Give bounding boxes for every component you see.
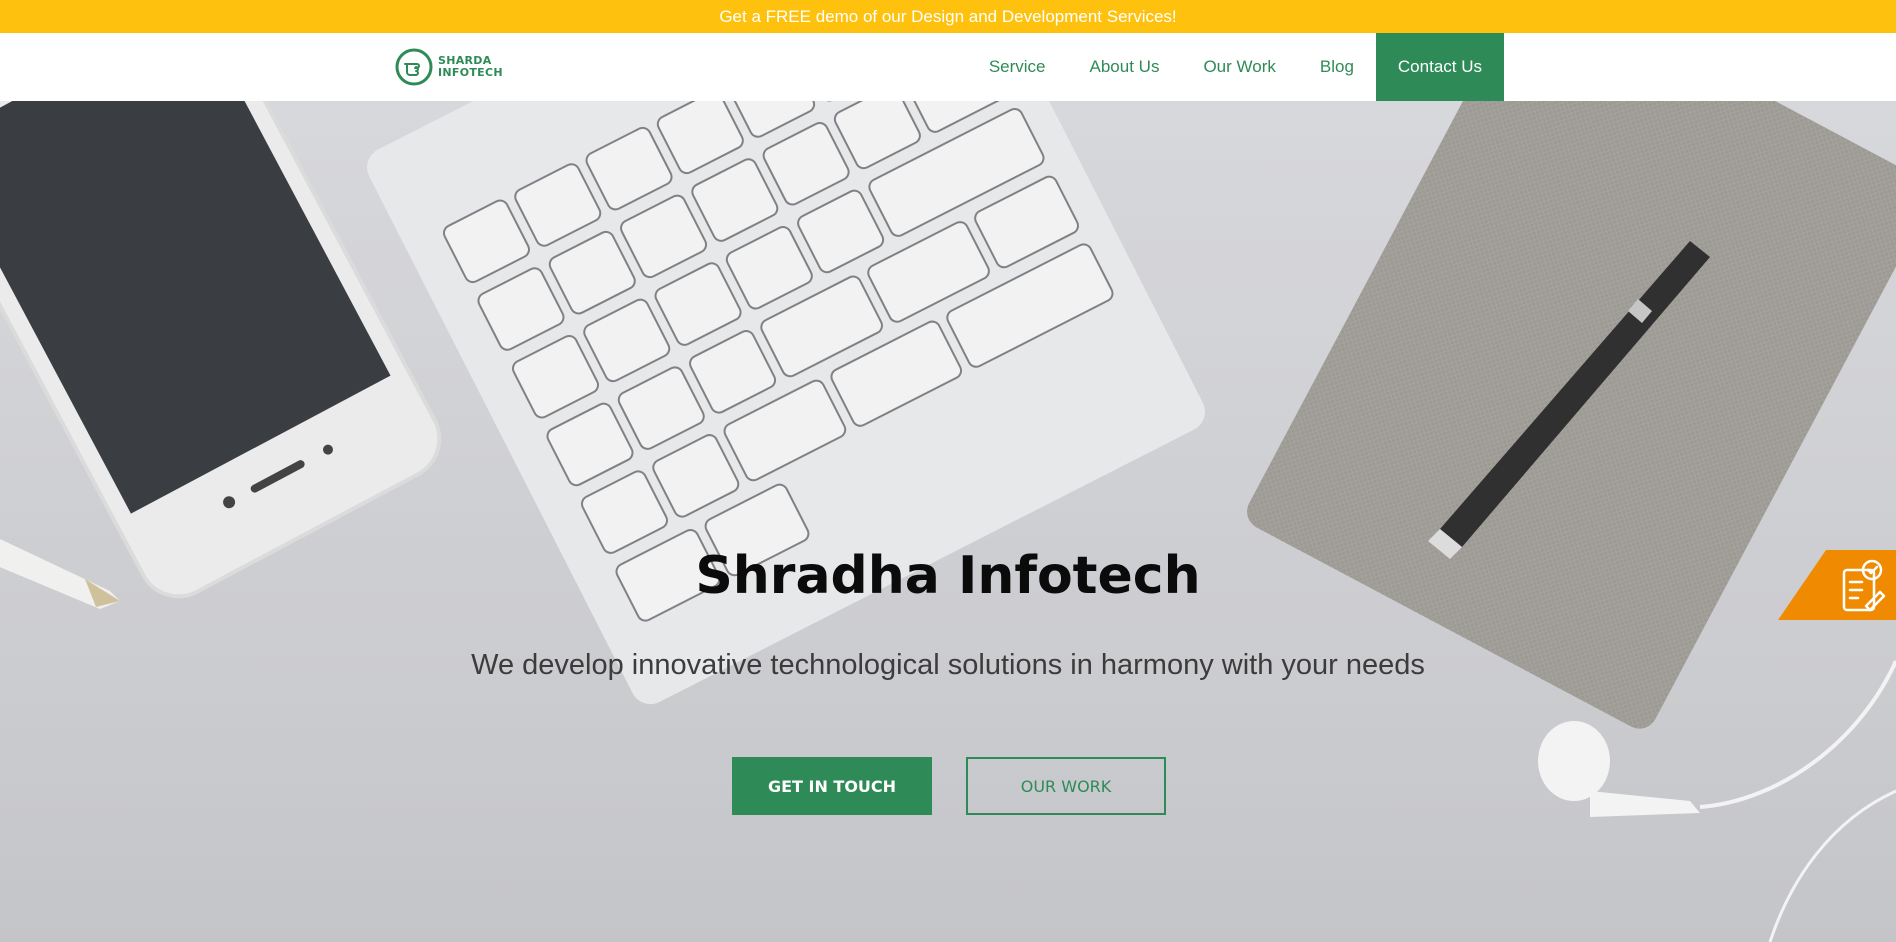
hero-section: Shradha Infotech We develop innovative t…	[0, 101, 1896, 942]
logo-wordmark: SHARDA INFOTECH	[438, 55, 503, 79]
site-logo[interactable]: SHARDA INFOTECH	[394, 47, 503, 87]
logo-line-2: INFOTECH	[438, 66, 503, 79]
quote-checklist-icon[interactable]	[1778, 550, 1896, 620]
hero-title: Shradha Infotech	[695, 546, 1201, 606]
nav-blog[interactable]: Blog	[1298, 33, 1376, 101]
pointing-hand-icon	[395, 48, 433, 86]
hero-background-image	[0, 101, 1896, 942]
promo-banner[interactable]: Get a FREE demo of our Design and Develo…	[0, 0, 1896, 33]
main-nav: Service About Us Our Work Blog Contact U…	[967, 33, 1504, 101]
nav-about-us[interactable]: About Us	[1068, 33, 1182, 101]
hero-subtitle: We develop innovative technological solu…	[471, 649, 1425, 681]
get-in-touch-button[interactable]: GET IN TOUCH	[732, 757, 932, 815]
nav-service[interactable]: Service	[967, 33, 1068, 101]
top-navbar: SHARDA INFOTECH Service About Us Our Wor…	[0, 33, 1896, 101]
promo-text[interactable]: Get a FREE demo of our Design and Develo…	[719, 7, 1176, 27]
our-work-button[interactable]: OUR WORK	[966, 757, 1166, 815]
nav-contact-us-button[interactable]: Contact Us	[1375, 33, 1504, 101]
nav-our-work[interactable]: Our Work	[1181, 33, 1297, 101]
